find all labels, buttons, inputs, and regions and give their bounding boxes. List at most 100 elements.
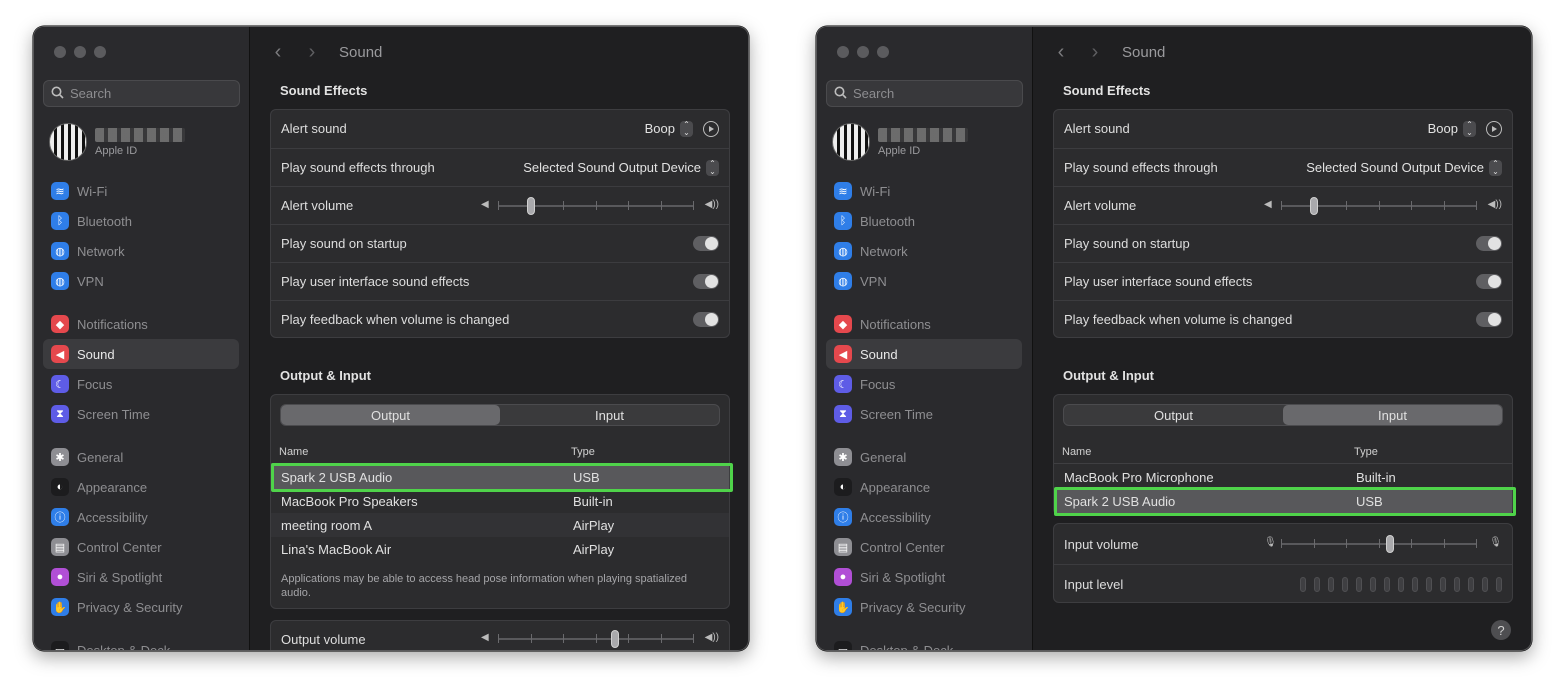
sidebar-item-control-center[interactable]: ▤ Control Center	[43, 532, 239, 562]
sidebar-item-focus[interactable]: ☾ Focus	[826, 369, 1022, 399]
column-header-type[interactable]: Type	[1354, 446, 1378, 458]
sidebar-item-control-center[interactable]: ▤ Control Center	[826, 532, 1022, 562]
column-header-name[interactable]: Name	[1062, 446, 1091, 458]
slider-tick	[1443, 200, 1445, 210]
output-volume-slider[interactable]: ◀ ◀))	[481, 630, 719, 648]
sidebar-item-wi-fi[interactable]: ≋ Wi-Fi	[826, 176, 1022, 206]
content-pane: ‹ › Sound Sound Effects Alert sound Boop…	[251, 27, 748, 650]
slider-knob[interactable]	[1310, 196, 1319, 215]
minimize-button[interactable]	[857, 46, 869, 58]
feedback-label: Play feedback when volume is changed	[1064, 312, 1293, 327]
table-row[interactable]: MacBook Pro Microphone Built-in	[1054, 465, 1512, 489]
bell-icon: ◆	[51, 315, 69, 333]
alert-volume-slider[interactable]: ◀ ◀))	[1264, 196, 1502, 215]
sidebar-item-accessibility[interactable]: ⓘ Accessibility	[43, 502, 239, 532]
tab-input[interactable]: Input	[500, 405, 719, 425]
section-title-output-input: Output & Input	[280, 368, 371, 383]
sidebar-item-screen-time[interactable]: ⧗ Screen Time	[826, 399, 1022, 429]
sidebar-item-network[interactable]: ◍ Network	[826, 236, 1022, 266]
sidebar-item-label: Focus	[77, 376, 113, 392]
alert-volume-row: Alert volume ◀ ◀))	[1054, 186, 1512, 224]
sidebar-item-bluetooth[interactable]: ᛒ Bluetooth	[826, 206, 1022, 236]
sidebar-item-label: Notifications	[77, 316, 148, 332]
table-row[interactable]: MacBook Pro Speakers Built-in	[271, 489, 729, 513]
sidebar-item-appearance[interactable]: ◐ Appearance	[43, 472, 239, 502]
level-segment	[1426, 577, 1432, 592]
table-row[interactable]: meeting room A AirPlay	[271, 513, 729, 537]
slider-knob[interactable]	[1386, 535, 1395, 553]
tab-input[interactable]: Input	[1283, 405, 1502, 425]
search-field[interactable]	[43, 80, 240, 107]
help-button[interactable]: ?	[1491, 620, 1511, 640]
sidebar-item-notifications[interactable]: ◆ Notifications	[43, 309, 239, 339]
search-input[interactable]	[70, 86, 220, 101]
sidebar-item-appearance[interactable]: ◐ Appearance	[826, 472, 1022, 502]
window-controls	[837, 46, 889, 58]
slider-knob[interactable]	[611, 630, 619, 648]
sidebar-item-desktop-dock[interactable]: ▭ Desktop & Dock	[826, 635, 1022, 651]
sidebar-item-siri-spotlight[interactable]: ● Siri & Spotlight	[43, 562, 239, 592]
sidebar-item-sound[interactable]: ◀ Sound	[43, 339, 239, 369]
back-chevron-icon[interactable]: ‹	[271, 41, 285, 64]
slider-tick	[1313, 539, 1315, 548]
tab-output[interactable]: Output	[281, 405, 500, 425]
zoom-button[interactable]	[94, 46, 106, 58]
sidebar-item-general[interactable]: ✱ General	[826, 442, 1022, 472]
sidebar-item-bluetooth[interactable]: ᛒ Bluetooth	[43, 206, 239, 236]
sidebar-item-screen-time[interactable]: ⧗ Screen Time	[43, 399, 239, 429]
bluetooth-icon: ᛒ	[834, 212, 852, 230]
play-through-popup[interactable]: Selected Sound Output Device ⌃ ⌄	[523, 159, 719, 176]
sidebar-item-label: General	[860, 449, 907, 465]
table-row[interactable]: Lina's MacBook Air AirPlay	[271, 537, 729, 561]
startup-toggle[interactable]	[693, 236, 719, 251]
accessibility-icon: ⓘ	[834, 508, 852, 526]
back-chevron-icon[interactable]: ‹	[1054, 41, 1068, 64]
close-button[interactable]	[54, 46, 66, 58]
forward-chevron-icon[interactable]: ›	[305, 41, 319, 64]
sidebar-item-desktop-dock[interactable]: ▭ Desktop & Dock	[43, 635, 239, 650]
alert-volume-slider[interactable]: ◀ ◀))	[481, 196, 719, 215]
tab-output[interactable]: Output	[1064, 405, 1283, 425]
forward-chevron-icon[interactable]: ›	[1088, 41, 1102, 64]
sidebar-item-network[interactable]: ◍ Network	[43, 236, 239, 266]
zoom-button[interactable]	[877, 46, 889, 58]
minimize-button[interactable]	[74, 46, 86, 58]
column-header-type[interactable]: Type	[571, 446, 595, 458]
sidebar-item-wi-fi[interactable]: ≋ Wi-Fi	[43, 176, 239, 206]
sidebar-item-privacy-security[interactable]: ✋ Privacy & Security	[43, 592, 239, 622]
play-icon[interactable]	[1486, 120, 1502, 137]
sidebar-item-focus[interactable]: ☾ Focus	[43, 369, 239, 399]
slider-knob[interactable]	[527, 196, 536, 215]
search-input[interactable]	[853, 86, 1003, 101]
sidebar-item-label: Wi-Fi	[77, 183, 108, 199]
apple-id-account[interactable]: Apple ID	[832, 123, 968, 161]
ui-effects-label: Play user interface sound effects	[281, 274, 470, 289]
startup-toggle[interactable]	[1476, 236, 1502, 251]
feedback-toggle[interactable]	[1476, 312, 1502, 327]
sidebar-item-siri-spotlight[interactable]: ● Siri & Spotlight	[826, 562, 1022, 592]
speaker-icon: ◀	[834, 345, 852, 363]
sidebar-item-vpn[interactable]: ◍ VPN	[43, 266, 239, 296]
ui-effects-toggle[interactable]	[693, 274, 719, 289]
column-header-name[interactable]: Name	[279, 446, 308, 458]
sidebar-item-notifications[interactable]: ◆ Notifications	[826, 309, 1022, 339]
search-field[interactable]	[826, 80, 1023, 107]
sidebar: Apple ID ≋ Wi-Fi ᛒ Bluetooth ◍ Network ◍ VPN ◆ No…	[34, 27, 250, 650]
play-icon[interactable]	[703, 120, 719, 137]
alert-sound-popup[interactable]: Boop ⌃ ⌄	[645, 120, 693, 137]
moon-icon: ☾	[51, 375, 69, 393]
sidebar-item-privacy-security[interactable]: ✋ Privacy & Security	[826, 592, 1022, 622]
sidebar-item-sound[interactable]: ◀ Sound	[826, 339, 1022, 369]
close-button[interactable]	[837, 46, 849, 58]
apple-id-account[interactable]: Apple ID	[49, 123, 185, 161]
alert-sound-popup[interactable]: Boop ⌃ ⌄	[1428, 120, 1476, 137]
input-volume-slider[interactable]: 🎙 🎙	[1264, 535, 1502, 553]
ui-effects-toggle[interactable]	[1476, 274, 1502, 289]
sidebar-item-vpn[interactable]: ◍ VPN	[826, 266, 1022, 296]
play-through-popup[interactable]: Selected Sound Output Device ⌃ ⌄	[1306, 159, 1502, 176]
feedback-toggle[interactable]	[693, 312, 719, 327]
sidebar-item-general[interactable]: ✱ General	[43, 442, 239, 472]
sidebar-item-accessibility[interactable]: ⓘ Accessibility	[826, 502, 1022, 532]
sidebar-item-label: Desktop & Dock	[860, 642, 954, 651]
avatar	[832, 123, 870, 161]
